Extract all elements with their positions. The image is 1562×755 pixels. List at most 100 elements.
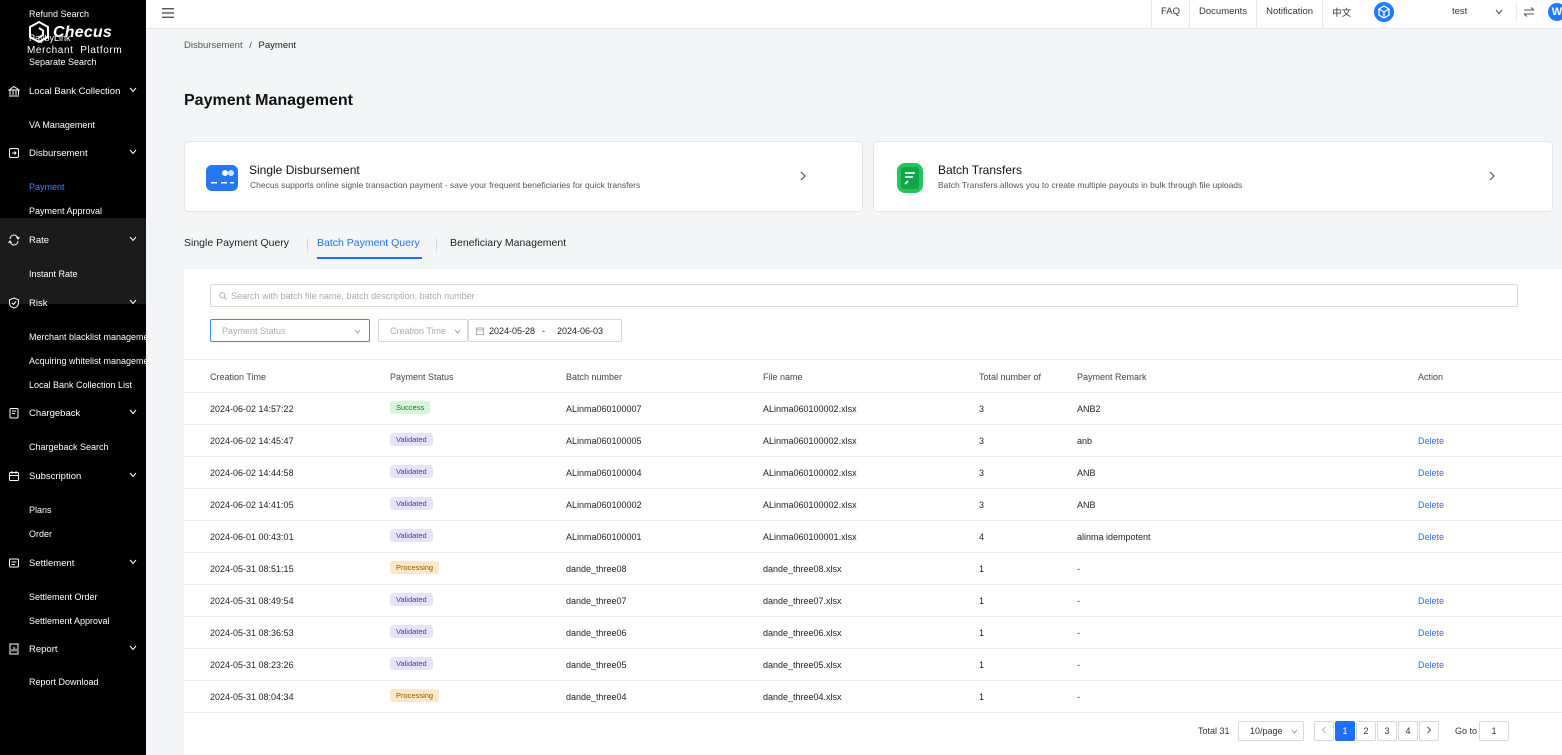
sidebar-item-payment[interactable]: Payment xyxy=(0,175,146,199)
sidebar-item-label: Payment Approval xyxy=(29,206,103,216)
page-size-select[interactable]: 10/page xyxy=(1238,721,1304,741)
sidebar-item-plans[interactable]: Plans xyxy=(0,498,146,522)
cell-file-name: dande_three04.xlsx xyxy=(763,692,842,702)
status-badge: Processing xyxy=(390,689,440,702)
sidebar-item-report-download[interactable]: Report Download xyxy=(0,670,146,694)
status-badge: Validated xyxy=(390,433,433,446)
page-button-3[interactable]: 3 xyxy=(1377,721,1397,741)
breadcrumb-parent[interactable]: Disbursement xyxy=(184,40,243,51)
cell-batch-number: ALinma060100001 xyxy=(566,532,642,542)
table-row: 2024-06-02 14:57:22 Success ALinma06010000… xyxy=(184,393,1562,425)
time-type-select[interactable]: Creation Time xyxy=(378,319,468,342)
date-range-picker[interactable]: 2024-05-28 - 2024-06-03 xyxy=(468,319,622,342)
cell-payment-remark: - xyxy=(1077,692,1080,702)
cell-batch-number: dande_three06 xyxy=(566,628,627,638)
sidebar-item-settlement-order[interactable]: Settlement Order xyxy=(0,585,146,609)
switch-merchant-button[interactable] xyxy=(1516,2,1540,22)
language-switch[interactable]: 中文 xyxy=(1322,0,1360,29)
chevron-down-icon[interactable] xyxy=(129,409,137,415)
menu-icon[interactable] xyxy=(162,8,174,18)
search-input[interactable] xyxy=(231,288,1431,303)
sidebar-item-order[interactable]: Order xyxy=(0,522,146,546)
chevron-down-icon[interactable] xyxy=(129,149,137,155)
delete-link[interactable]: Delete xyxy=(1418,628,1444,638)
chevron-left-icon xyxy=(1321,726,1326,734)
sidebar-item-paybylink[interactable]: PaybyLink xyxy=(0,26,146,50)
cell-file-name: dande_three08.xlsx xyxy=(763,564,842,574)
delete-link[interactable]: Delete xyxy=(1418,468,1444,478)
cell-file-name: ALinma060100002.xlsx xyxy=(763,500,857,510)
date-start[interactable]: 2024-05-28 xyxy=(489,326,535,336)
faq-link[interactable]: FAQ xyxy=(1151,0,1189,29)
page-button-2[interactable]: 2 xyxy=(1356,721,1376,741)
sidebar-item-label: PaybyLink xyxy=(29,33,71,43)
sidebar-item-merchant-blacklist-management[interactable]: Merchant blacklist management xyxy=(0,325,146,349)
search-box xyxy=(210,284,1518,307)
sidebar-item-label: Settlement Order xyxy=(29,592,98,602)
sidebar-group-risk[interactable]: Risk xyxy=(0,290,146,316)
cell-creation-time: 2024-05-31 08:51:15 xyxy=(210,564,294,574)
next-page-button[interactable] xyxy=(1419,721,1439,741)
sidebar-item-chargeback-search[interactable]: Chargeback Search xyxy=(0,435,146,459)
delete-link[interactable]: Delete xyxy=(1418,436,1444,446)
table-header: Creation Time Payment Status Batch numbe… xyxy=(184,359,1562,393)
sidebar-group-local-bank-collection[interactable]: Local Bank Collection xyxy=(0,78,146,104)
sidebar-group-disbursement[interactable]: Disbursement xyxy=(0,140,146,166)
page-button-1[interactable]: 1 xyxy=(1335,721,1355,741)
chevron-down-icon[interactable] xyxy=(129,645,137,651)
tab-beneficiary-management[interactable]: Beneficiary Management xyxy=(450,237,566,249)
chevron-down-icon[interactable] xyxy=(129,87,137,93)
sidebar-group-rate[interactable]: Rate xyxy=(0,227,146,253)
documents-link[interactable]: Documents xyxy=(1189,0,1256,29)
date-end[interactable]: 2024-06-03 xyxy=(557,326,603,336)
single-disbursement-card[interactable]: Single Disbursement Checus supports onli… xyxy=(184,141,863,212)
cell-total-number: 3 xyxy=(979,404,985,414)
sidebar-group-chargeback[interactable]: Chargeback xyxy=(0,400,146,426)
prev-page-button[interactable] xyxy=(1314,721,1334,741)
breadcrumb-current: Payment xyxy=(258,40,297,51)
card-title: Single Disbursement xyxy=(249,163,360,177)
cell-creation-time: 2024-05-31 08:04:34 xyxy=(210,692,294,702)
sidebar-group-settlement[interactable]: Settlement xyxy=(0,550,146,576)
sidebar-group-subscription[interactable]: Subscription xyxy=(0,463,146,489)
sidebar-item-acquiring-whitelist-management[interactable]: Acquiring whitelist management xyxy=(0,349,146,373)
sidebar-item-va-management[interactable]: VA Management xyxy=(0,113,146,137)
payment-status-select[interactable]: Payment Status xyxy=(210,319,370,342)
chevron-down-icon xyxy=(454,329,461,334)
user-name[interactable]: test xyxy=(1452,6,1467,17)
delete-link[interactable]: Delete xyxy=(1418,660,1444,670)
notification-link[interactable]: Notification xyxy=(1256,0,1322,29)
chevron-down-icon[interactable] xyxy=(1495,9,1503,15)
sidebar-item-settlement-approval[interactable]: Settlement Approval xyxy=(0,609,146,633)
page-button-4[interactable]: 4 xyxy=(1398,721,1418,741)
tab-single-payment-query[interactable]: Single Payment Query xyxy=(184,237,289,249)
status-badge: Validated xyxy=(390,657,433,670)
chevron-down-icon[interactable] xyxy=(129,472,137,478)
cell-creation-time: 2024-05-31 08:36:53 xyxy=(210,628,294,638)
sidebar-item-refund-search[interactable]: Refund Search xyxy=(0,2,146,26)
batch-transfers-card[interactable]: Batch Transfers Batch Transfers allows y… xyxy=(873,141,1553,212)
sidebar-item-label: Separate Search xyxy=(29,57,97,67)
avatar[interactable] xyxy=(1374,2,1394,22)
chevron-down-icon[interactable] xyxy=(129,236,137,242)
status-badge: Validated xyxy=(390,465,433,478)
chevron-down-icon[interactable] xyxy=(129,299,137,305)
status-badge: Validated xyxy=(390,497,433,510)
delete-link[interactable]: Delete xyxy=(1418,500,1444,510)
sidebar-group-label: Report xyxy=(29,644,58,655)
sidebar-group-report[interactable]: Report xyxy=(0,636,146,662)
tab-batch-payment-query[interactable]: Batch Payment Query xyxy=(317,237,420,249)
chevron-down-icon[interactable] xyxy=(129,559,137,565)
sidebar-item-instant-rate[interactable]: Instant Rate xyxy=(0,262,146,286)
cell-file-name: dande_three07.xlsx xyxy=(763,596,842,606)
sidebar-item-separate-search[interactable]: Separate Search xyxy=(0,50,146,74)
chevron-right-icon xyxy=(800,171,806,181)
sidebar-item-label: Payment xyxy=(29,182,65,192)
delete-link[interactable]: Delete xyxy=(1418,596,1444,606)
sidebar-item-local-bank-collection-list[interactable]: Local Bank Collection List xyxy=(0,373,146,397)
chevron-right-icon xyxy=(1489,171,1495,181)
delete-link[interactable]: Delete xyxy=(1418,532,1444,542)
sidebar-item-payment-approval[interactable]: Payment Approval xyxy=(0,199,146,223)
app-badge[interactable]: W xyxy=(1548,3,1562,21)
goto-page-input[interactable]: 1 xyxy=(1479,721,1509,741)
